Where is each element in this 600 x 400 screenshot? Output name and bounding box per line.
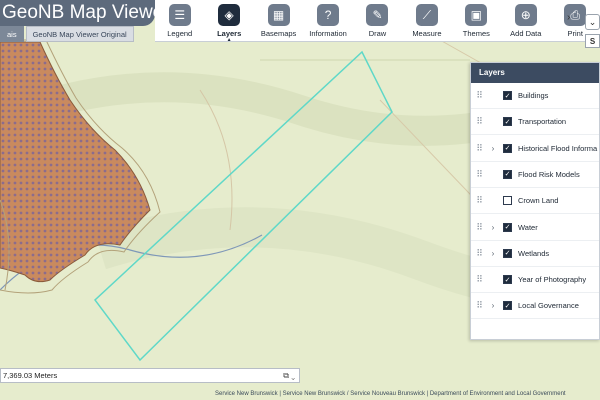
drag-handle-icon[interactable]: ⠿ [471, 169, 487, 180]
layer-name: Local Governance [518, 301, 579, 311]
tool-label: Themes [462, 29, 490, 38]
layer-name: Historical Flood Informa [518, 143, 598, 153]
measure-icon: ⟋ [415, 4, 438, 26]
drag-handle-icon[interactable]: ⠿ [471, 300, 487, 311]
drag-handle-icon[interactable]: ⠿ [471, 195, 487, 206]
search-toggle[interactable]: S [585, 34, 600, 48]
layer-row[interactable]: ⠿ ✓ Transportation [471, 109, 599, 136]
layer-row[interactable]: ⠿ › ✓ Historical Flood Informa [471, 136, 599, 162]
tool-layers[interactable]: ◈ Layers ▲ [204, 0, 253, 43]
app-title: GeoNB Map Viewer [0, 0, 155, 26]
scale-bar: 7,369.03 Meters ⧉ ⌄ [0, 368, 300, 383]
layer-name: Water [518, 222, 538, 232]
information-icon: ? [317, 4, 340, 26]
add-data-icon: ⊕ [514, 4, 537, 26]
drag-handle-icon[interactable]: ⠿ [471, 248, 487, 259]
tab-strip: ais GeoNB Map Viewer Original [0, 26, 134, 42]
tool-legend[interactable]: ☰ Legend [155, 0, 204, 42]
drag-handle-icon[interactable]: ⠿ [471, 274, 487, 285]
tab-ais[interactable]: ais [0, 26, 24, 42]
layer-row[interactable]: ⠿ › ✓ Local Governance [471, 293, 599, 320]
drag-handle-icon[interactable]: ⠿ [471, 143, 487, 154]
tab-original-viewer[interactable]: GeoNB Map Viewer Original [25, 26, 134, 42]
layer-checkbox[interactable]: ✓ [503, 222, 512, 232]
layer-row[interactable]: ⠿ ✓ Flood Risk Models [471, 162, 599, 188]
tool-add-data[interactable]: ⊕ Add Data [501, 0, 550, 42]
tool-information[interactable]: ? Information [303, 0, 352, 42]
layer-checkbox[interactable]: ✓ [503, 143, 512, 153]
layers-panel-title: Layers [471, 63, 599, 83]
tool-label: Draw [368, 29, 387, 38]
layer-row[interactable]: ⠿ › ✓ Water [471, 215, 599, 241]
tool-draw[interactable]: ✎ Draw [353, 0, 402, 42]
tool-label: Basemaps [260, 29, 297, 38]
tool-themes[interactable]: ▣ Themes [452, 0, 501, 42]
attribution-text: Service New Brunswick | Service New Brun… [215, 391, 566, 397]
drag-handle-icon[interactable]: ⠿ [471, 90, 487, 101]
tool-label: Add Data [510, 29, 542, 38]
drag-handle-icon[interactable]: ⠿ [471, 222, 487, 233]
expand-chevron-icon[interactable]: › [487, 301, 499, 310]
chevron-down-icon[interactable]: ⌄ [585, 14, 600, 30]
expand-chevron-icon[interactable]: › [487, 249, 499, 258]
tool-basemaps[interactable]: ▦ Basemaps [254, 0, 303, 42]
expand-chevron-icon[interactable]: › [487, 223, 499, 232]
tool-measure[interactable]: ⟋ Measure [402, 0, 451, 42]
layer-name: Flood Risk Models [518, 169, 580, 179]
tool-label: Information [309, 29, 347, 38]
layers-icon: ◈ [218, 4, 241, 26]
layer-checkbox[interactable]: ✓ [503, 248, 512, 258]
layer-name: Transportation [518, 117, 567, 127]
toolbar: ☰ Legend ◈ Layers ▲ ▦ Basemaps? Information ✎ Dra… [155, 0, 600, 43]
expand-chevron-icon[interactable]: › [487, 144, 499, 153]
scale-text: 7,369.03 Meters [3, 371, 58, 380]
layer-name: Buildings [518, 91, 549, 100]
layer-checkbox[interactable] [503, 196, 512, 206]
layer-checkbox[interactable]: ✓ [503, 301, 512, 311]
layer-checkbox[interactable]: ✓ [503, 117, 512, 127]
layer-row[interactable]: ⠿ › ✓ Wetlands [471, 241, 599, 267]
layer-row[interactable]: ⠿ ✓ Buildings [471, 83, 599, 109]
tool-label: Legend [167, 29, 193, 38]
themes-icon: ▣ [465, 4, 488, 26]
scale-controls[interactable]: ⧉ ⌄ [283, 369, 295, 382]
layer-name: Year of Photography [518, 275, 587, 285]
draw-icon: ✎ [366, 4, 389, 26]
tool-label: Print [567, 29, 583, 38]
layer-checkbox[interactable]: ✓ [503, 275, 512, 285]
active-caret-icon: ▲ [226, 37, 232, 43]
layers-panel: Layers ⠿ ✓ Buildings ⠿ ✓ Transportation ⠿ › ✓ His… [470, 62, 600, 340]
layer-row[interactable]: ⠿ ✓ Year of Photography [471, 267, 599, 294]
layer-name: Crown Land [518, 196, 559, 206]
layer-row[interactable]: ⠿ Crown Land [471, 188, 599, 215]
basemaps-icon: ▦ [267, 4, 290, 26]
layer-checkbox[interactable]: ✓ [503, 91, 512, 100]
layer-checkbox[interactable]: ✓ [503, 169, 512, 179]
layer-name: Wetlands [518, 248, 550, 258]
tool-label: Measure [412, 29, 442, 38]
more-tools-icon[interactable]: › [567, 12, 570, 23]
legend-icon: ☰ [168, 4, 191, 26]
drag-handle-icon[interactable]: ⠿ [471, 116, 487, 127]
